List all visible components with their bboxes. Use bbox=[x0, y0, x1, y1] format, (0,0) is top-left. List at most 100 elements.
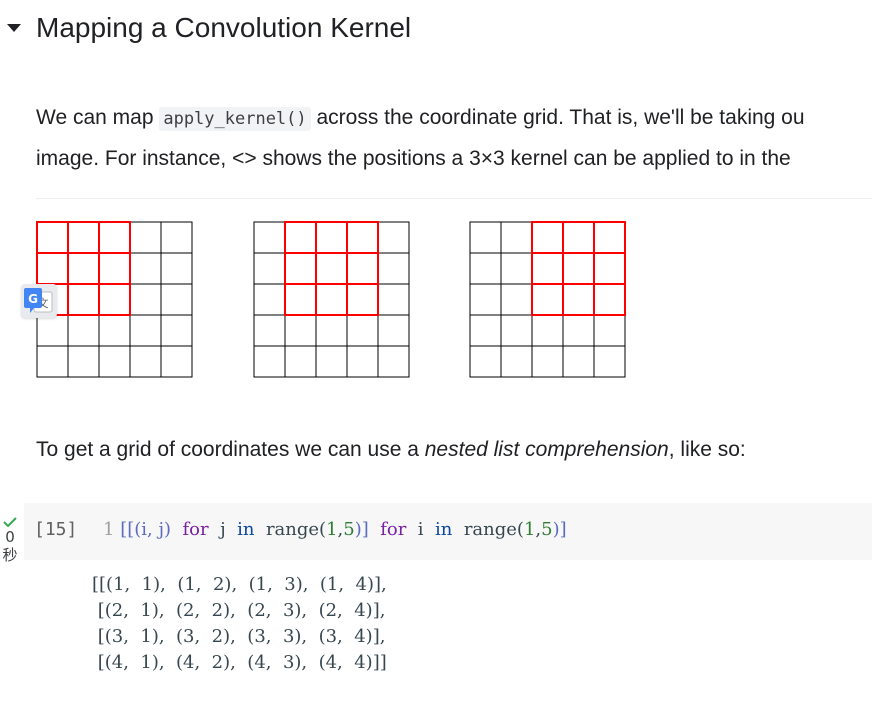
intro-text: across the coordinate grid. That is, we'… bbox=[310, 106, 805, 129]
notebook-page: Mapping a Convolution Kernel We can map … bbox=[0, 0, 872, 727]
grid-cell bbox=[469, 252, 502, 285]
grid-cell bbox=[284, 283, 317, 316]
grid-cell bbox=[129, 283, 162, 316]
grid-cell bbox=[98, 314, 131, 347]
grid-cell bbox=[346, 221, 379, 254]
intro-line-2: image. For instance, <> shows the positi… bbox=[36, 147, 791, 170]
output-line: [[(1, 1), (1, 2), (1, 3), (1, 4)], bbox=[92, 574, 387, 595]
kernel-grid bbox=[36, 221, 193, 378]
grid-cell bbox=[67, 252, 100, 285]
grid-cell bbox=[253, 314, 286, 347]
intro-line-1: We can map apply_kernel() across the coo… bbox=[36, 98, 872, 139]
grid-cell bbox=[98, 252, 131, 285]
grid-cell bbox=[129, 252, 162, 285]
kernel-grid bbox=[253, 221, 410, 378]
grid-cell bbox=[129, 314, 162, 347]
line-number: 1 bbox=[103, 519, 115, 540]
grid-cell bbox=[160, 283, 193, 316]
translate-button[interactable]: 文 G bbox=[21, 284, 57, 318]
grid-cell bbox=[593, 252, 626, 285]
kernel-grid bbox=[469, 221, 626, 378]
paragraph-text: , like so: bbox=[668, 438, 746, 461]
grid-cell bbox=[593, 283, 626, 316]
check-icon bbox=[3, 517, 17, 528]
intro-text: We can map bbox=[36, 106, 160, 129]
caret-down-icon bbox=[7, 24, 21, 32]
grid-cell bbox=[284, 314, 317, 347]
intro-text-cell: We can map apply_kernel() across the coo… bbox=[36, 98, 872, 178]
code-token: )] bbox=[354, 519, 369, 540]
grid-cell bbox=[531, 314, 564, 347]
code-number: 5 bbox=[343, 519, 355, 540]
grid-cell bbox=[36, 345, 69, 378]
grid-cell bbox=[500, 314, 533, 347]
grid-cell bbox=[562, 345, 595, 378]
paragraph-text: To get a grid of coordinates we can use … bbox=[36, 438, 425, 461]
execution-count: [15] bbox=[34, 519, 78, 540]
divider bbox=[36, 198, 872, 199]
google-translate-icon: 文 G bbox=[24, 288, 53, 313]
grid-cell bbox=[98, 345, 131, 378]
output-line: [(2, 1), (2, 2), (2, 3), (2, 4)], bbox=[92, 600, 386, 621]
section-title: Mapping a Convolution Kernel bbox=[36, 12, 412, 43]
grid-cell bbox=[562, 221, 595, 254]
grid-cell bbox=[469, 345, 502, 378]
grid-cell bbox=[346, 314, 379, 347]
section-header: Mapping a Convolution Kernel bbox=[0, 6, 411, 50]
collapse-section-toggle[interactable] bbox=[2, 16, 26, 40]
svg-text:G: G bbox=[28, 292, 38, 306]
grid-cell bbox=[593, 314, 626, 347]
code-number: 5 bbox=[541, 519, 553, 540]
grid-cell bbox=[129, 345, 162, 378]
grid-cell bbox=[531, 252, 564, 285]
grid-cell bbox=[129, 221, 162, 254]
code-keyword: in bbox=[237, 519, 255, 540]
grid-cell bbox=[500, 283, 533, 316]
run-time-unit: 秒 bbox=[2, 546, 18, 564]
grid-cell bbox=[531, 221, 564, 254]
run-status: 0 秒 bbox=[0, 516, 20, 564]
grid-cell bbox=[160, 345, 193, 378]
code-line[interactable]: 1 [[(i, j) for j in range(1,5)] for i in… bbox=[103, 519, 567, 540]
grid-cell bbox=[562, 314, 595, 347]
kernel-position-figure-1 bbox=[36, 221, 193, 378]
grid-cell bbox=[36, 221, 69, 254]
code-builtin: range bbox=[265, 519, 320, 540]
grid-cell bbox=[500, 345, 533, 378]
grid-cell bbox=[67, 283, 100, 316]
output-line: [(3, 1), (3, 2), (3, 3), (3, 4)], bbox=[92, 626, 386, 647]
code-token: i bbox=[417, 519, 424, 540]
grid-cell bbox=[98, 283, 131, 316]
grid-cell bbox=[469, 314, 502, 347]
grid-cell bbox=[593, 221, 626, 254]
grid-cell bbox=[36, 252, 69, 285]
grid-cell bbox=[315, 221, 348, 254]
paragraph-nested-list: To get a grid of coordinates we can use … bbox=[36, 432, 746, 468]
grid-cell bbox=[377, 252, 410, 285]
grid-cell bbox=[346, 283, 379, 316]
grid-cell bbox=[67, 345, 100, 378]
grid-cell bbox=[160, 314, 193, 347]
run-time-value: 0 bbox=[5, 528, 15, 546]
grid-cell bbox=[253, 252, 286, 285]
grid-cell bbox=[67, 221, 100, 254]
kernel-position-figure-3 bbox=[469, 221, 626, 378]
grid-cell bbox=[531, 345, 564, 378]
code-keyword: for bbox=[380, 519, 407, 540]
code-token: )] bbox=[552, 519, 567, 540]
code-token: j bbox=[220, 519, 226, 540]
code-builtin: range bbox=[463, 519, 517, 540]
grid-cell bbox=[500, 221, 533, 254]
grid-cell bbox=[562, 283, 595, 316]
grid-cell bbox=[377, 221, 410, 254]
grid-cell bbox=[500, 252, 533, 285]
grid-cell bbox=[284, 221, 317, 254]
code-token: [[(i, j) bbox=[120, 519, 172, 540]
grid-cell bbox=[36, 314, 69, 347]
grid-cell bbox=[253, 221, 286, 254]
grid-cell bbox=[160, 221, 193, 254]
grid-cell bbox=[469, 283, 502, 316]
inline-code: apply_kernel() bbox=[159, 107, 311, 131]
grid-cell bbox=[346, 252, 379, 285]
code-token: ( bbox=[516, 519, 524, 540]
